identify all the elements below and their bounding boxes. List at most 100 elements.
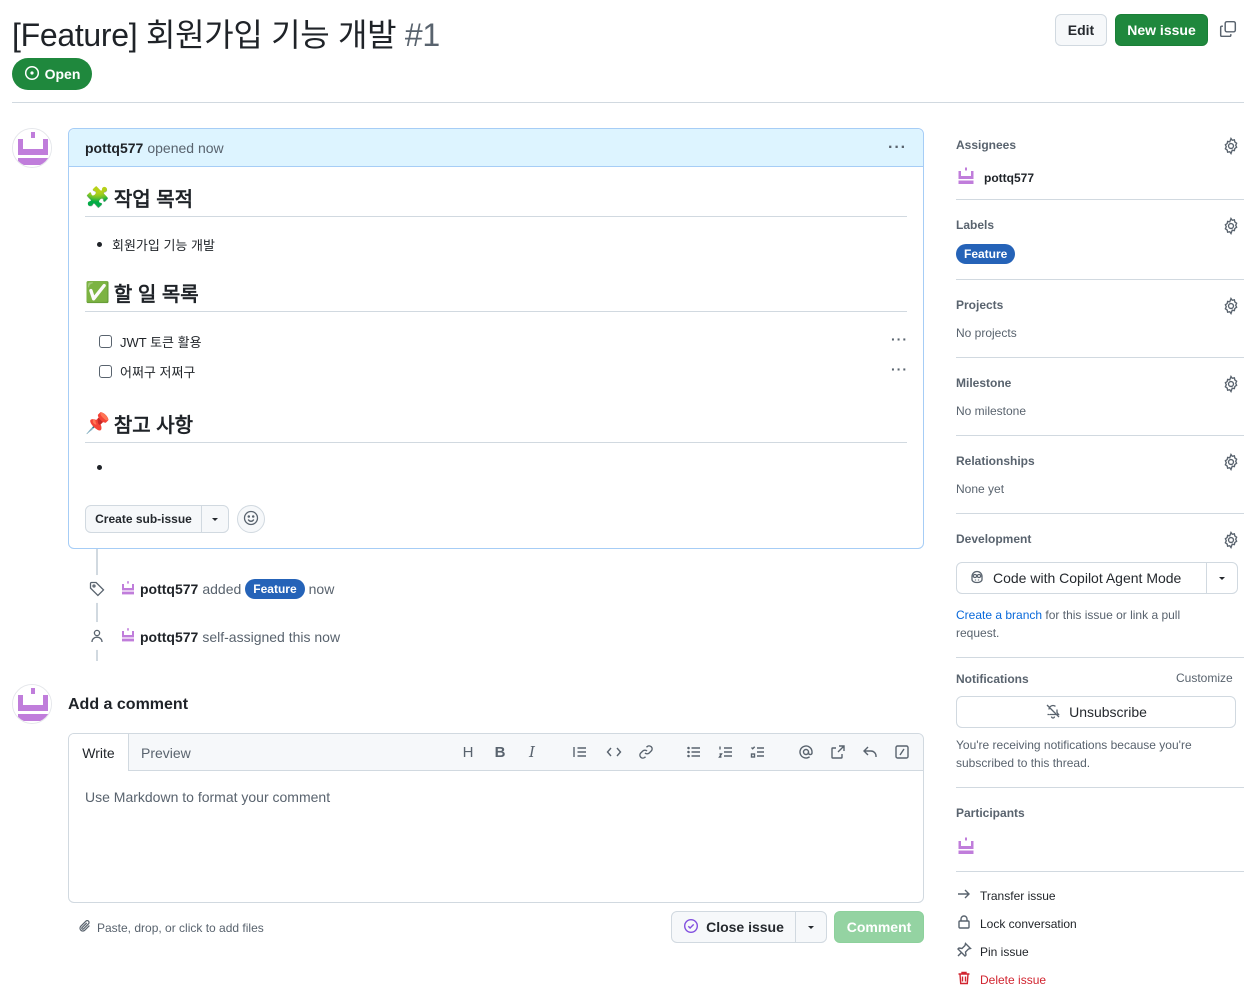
gear-icon[interactable] — [1222, 375, 1240, 393]
mention-icon[interactable] — [797, 743, 815, 761]
issue-state-label: Open — [44, 66, 81, 82]
sidebar-divider — [956, 199, 1244, 200]
task-options-icon[interactable]: ··· — [891, 361, 908, 377]
issue-number: #1 — [404, 17, 440, 53]
sidebar-divider — [956, 279, 1244, 280]
copy-link-icon[interactable] — [1219, 20, 1237, 38]
tag-icon — [83, 575, 111, 603]
task-options-icon[interactable]: ··· — [891, 331, 908, 347]
tab-preview[interactable]: Preview — [141, 734, 191, 771]
gear-icon[interactable] — [1222, 453, 1240, 471]
comment-textarea[interactable]: Use Markdown to format your comment — [85, 789, 330, 805]
milestone-title[interactable]: Milestone — [956, 376, 1011, 390]
italic-icon[interactable]: I — [523, 743, 541, 761]
transfer-issue-label: Transfer issue — [980, 888, 1056, 903]
timeline-user-link[interactable]: pottq577 — [140, 629, 198, 645]
sidebar-divider — [956, 435, 1244, 436]
copilot-agent-main[interactable]: Code with Copilot Agent Mode — [957, 563, 1207, 593]
projects-title[interactable]: Projects — [956, 298, 1003, 312]
notifications-title: Notifications — [956, 672, 1029, 686]
issue-title-text: [Feature] 회원가입 기능 개발 — [12, 17, 397, 53]
labels-title[interactable]: Labels — [956, 218, 994, 232]
customize-notifications-link[interactable]: Customize — [1176, 671, 1233, 685]
section-heading-purpose: 🧩 작업 목적 — [85, 183, 193, 212]
pin-icon — [956, 942, 972, 961]
slash-commands-icon[interactable] — [893, 743, 911, 761]
delete-issue-label: Delete issue — [980, 972, 1047, 987]
edit-button[interactable]: Edit — [1055, 14, 1107, 46]
gear-icon[interactable] — [1222, 217, 1240, 235]
timeline-user-link[interactable]: pottq577 — [140, 581, 198, 597]
composer-toolbar: Write Preview H B I — [69, 734, 923, 771]
timeline-action-text: added — [202, 581, 242, 597]
transfer-issue-action[interactable]: Transfer issue — [956, 886, 1056, 905]
chevron-down-icon[interactable] — [1207, 563, 1237, 593]
link-icon[interactable] — [637, 743, 655, 761]
avatar-small[interactable] — [120, 627, 136, 646]
gear-icon[interactable] — [1222, 137, 1240, 155]
pin-issue-action[interactable]: Pin issue — [956, 942, 1029, 961]
relationships-value: None yet — [956, 482, 1005, 496]
unordered-list-icon[interactable] — [685, 743, 703, 761]
relationships-title[interactable]: Relationships — [956, 454, 1035, 468]
label-feature-badge[interactable]: Feature — [956, 244, 1016, 264]
avatar-small[interactable] — [120, 580, 136, 599]
lock-conversation-action[interactable]: Lock conversation — [956, 914, 1077, 933]
close-issue-button[interactable]: Close issue — [671, 911, 827, 943]
bold-icon[interactable]: B — [491, 743, 509, 761]
close-issue-main[interactable]: Close issue — [672, 912, 796, 942]
development-help-text: Create a branch for this issue or link a… — [956, 606, 1226, 642]
header-divider — [12, 102, 1244, 103]
trash-icon — [956, 970, 972, 989]
quote-icon[interactable] — [571, 743, 589, 761]
chevron-down-icon[interactable] — [796, 912, 826, 942]
sidebar-divider — [956, 871, 1244, 872]
current-user-avatar[interactable] — [12, 684, 52, 724]
code-icon[interactable] — [605, 743, 623, 761]
chevron-down-icon[interactable] — [202, 506, 228, 532]
ordered-list-icon[interactable] — [717, 743, 735, 761]
bullet — [97, 465, 102, 470]
projects-value: No projects — [956, 326, 1017, 340]
avatar-small — [956, 166, 976, 189]
tab-write[interactable]: Write — [69, 734, 129, 771]
delete-issue-action[interactable]: Delete issue — [956, 970, 1046, 989]
bullet — [97, 242, 102, 247]
pushpin-emoji: 📌 — [85, 413, 110, 435]
add-reaction-button[interactable] — [237, 505, 265, 533]
copilot-agent-label: Code with Copilot Agent Mode — [993, 570, 1182, 586]
cross-reference-icon[interactable] — [829, 743, 847, 761]
assignees-title[interactable]: Assignees — [956, 138, 1016, 152]
participant-avatar[interactable] — [956, 836, 976, 859]
issue-body-header: pottq577 opened now ··· — [69, 129, 923, 167]
attach-files-area[interactable]: Paste, drop, or click to add files — [78, 919, 264, 936]
copilot-agent-button[interactable]: Code with Copilot Agent Mode — [956, 562, 1238, 594]
unsubscribe-label: Unsubscribe — [1069, 704, 1147, 720]
task-item-text: JWT 토큰 활용 — [120, 335, 202, 350]
issue-options-icon[interactable]: ··· — [888, 139, 907, 157]
copilot-icon — [969, 569, 985, 588]
section-divider — [85, 311, 907, 312]
assignee-name: pottq577 — [984, 170, 1035, 185]
author-avatar[interactable] — [12, 128, 52, 168]
create-branch-link[interactable]: Create a branch — [956, 608, 1042, 622]
task-checkbox[interactable] — [99, 365, 112, 378]
create-subissue-label[interactable]: Create sub-issue — [86, 506, 202, 532]
create-subissue-button[interactable]: Create sub-issue — [85, 505, 229, 533]
gear-icon[interactable] — [1222, 297, 1240, 315]
reply-icon[interactable] — [861, 743, 879, 761]
new-issue-button[interactable]: New issue — [1115, 14, 1208, 46]
timeline-action-text: self-assigned this now — [202, 628, 341, 645]
heading-icon[interactable]: H — [459, 743, 477, 761]
label-feature-badge[interactable]: Feature — [245, 579, 305, 599]
unsubscribe-button[interactable]: Unsubscribe — [956, 696, 1236, 728]
task-list-icon[interactable] — [749, 743, 767, 761]
comment-button[interactable]: Comment — [834, 911, 924, 943]
list-item — [97, 465, 102, 470]
check-emoji: ✅ — [85, 282, 110, 304]
development-title[interactable]: Development — [956, 532, 1031, 546]
assignee-item[interactable]: pottq577 — [956, 166, 1034, 189]
issue-author-link[interactable]: pottq577 — [85, 140, 143, 156]
task-checkbox[interactable] — [99, 335, 112, 348]
gear-icon[interactable] — [1222, 531, 1240, 549]
